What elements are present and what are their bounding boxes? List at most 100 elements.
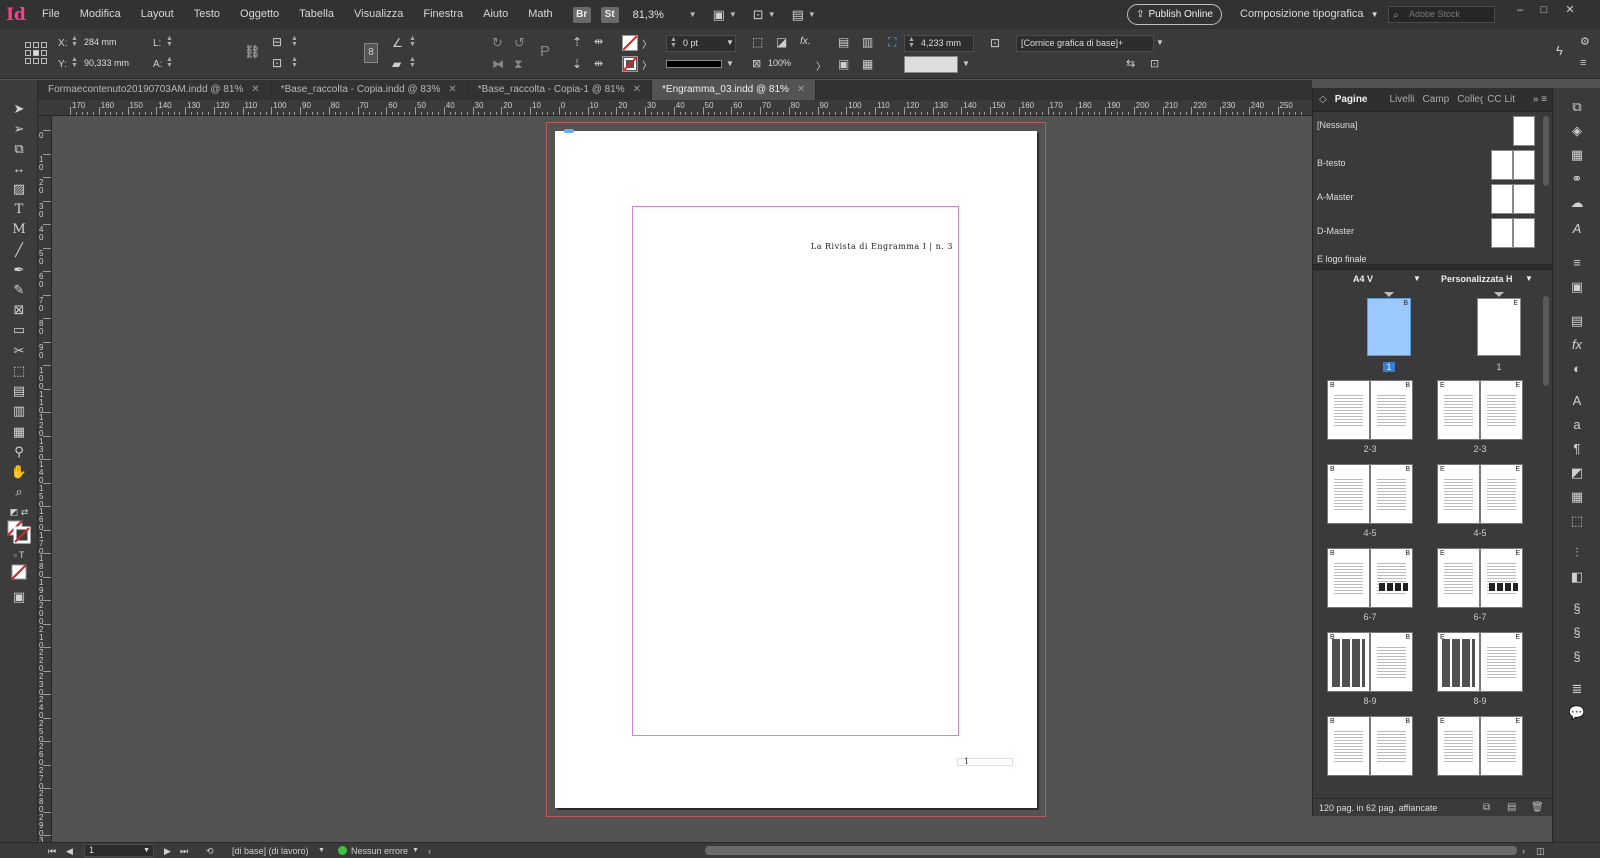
- preflight-status[interactable]: Nessun errore: [338, 845, 408, 857]
- align-center-icon[interactable]: ▣: [838, 57, 849, 71]
- menu-aiuto[interactable]: Aiuto: [473, 0, 518, 29]
- document-tab[interactable]: Formaecontenuto20190703AM.indd @ 81% ✕: [38, 80, 271, 100]
- stroke-panel-icon[interactable]: ≡: [1567, 254, 1587, 272]
- page-thumbnail[interactable]: B: [1327, 380, 1370, 440]
- reference-point-grid[interactable]: [25, 42, 47, 64]
- running-head[interactable]: La Rivista di Engramma I | n. 3: [811, 242, 953, 251]
- document-tab[interactable]: *Base_raccolta - Copia.indd @ 83% ✕: [271, 80, 468, 100]
- corner-options-icon[interactable]: ⬚: [752, 35, 763, 49]
- default-colors-icon[interactable]: ◩ ⇄: [9, 503, 29, 521]
- content-collector-icon[interactable]: ▨: [9, 180, 29, 198]
- spread-thumbnail[interactable]: BB: [1327, 548, 1413, 610]
- stroke-arrow-icon[interactable]: 〉: [642, 57, 652, 72]
- gradient-feather-tool-icon[interactable]: ▥: [9, 402, 29, 420]
- math-tool-icon[interactable]: M: [9, 221, 29, 239]
- frame-fitting-icon[interactable]: ⊡: [990, 36, 1000, 50]
- object-style-selector[interactable]: [Cornice grafica di base]+: [1016, 35, 1154, 52]
- fitting-icon[interactable]: ⛶: [888, 35, 896, 50]
- edit-page-size-icon[interactable]: ⧉: [1483, 799, 1490, 817]
- opacity-field[interactable]: 100%: [766, 56, 814, 73]
- horizontal-scrollbar[interactable]: [705, 846, 1517, 855]
- paragraph-styles-icon[interactable]: §: [1567, 648, 1587, 666]
- opacity-arrow-icon[interactable]: 〉: [816, 58, 826, 73]
- drop-shadow-icon[interactable]: ◪: [776, 35, 787, 49]
- zoom-dropdown-icon[interactable]: ▼: [689, 10, 697, 19]
- frame-handle-icon[interactable]: [564, 129, 574, 133]
- chevron-down-icon[interactable]: ▼: [412, 845, 419, 857]
- scroll-right-icon[interactable]: ›: [1522, 845, 1525, 857]
- spread-thumbnail[interactable]: BB: [1327, 632, 1413, 694]
- fill-swatch[interactable]: [622, 35, 638, 51]
- transform-panel-icon[interactable]: ⬚: [1567, 512, 1587, 530]
- page-thumbnail[interactable]: E: [1437, 716, 1480, 776]
- select-content-icon[interactable]: P: [540, 43, 550, 60]
- masters-scrollbar[interactable]: [1543, 116, 1549, 186]
- chevron-down-icon[interactable]: ▼: [1156, 38, 1164, 47]
- effects-panel-icon[interactable]: fx: [1567, 336, 1587, 354]
- type-tool-icon[interactable]: T: [9, 201, 29, 219]
- stroke-type-selector[interactable]: [666, 60, 722, 68]
- select-content-arrow-icon[interactable]: ⇣: [572, 57, 582, 71]
- page-thumbnail[interactable]: E: [1480, 716, 1523, 776]
- stroke-swatch[interactable]: [622, 56, 638, 72]
- vertical-ruler[interactable]: 0 10 20 30 40 50 60 70 80 90 100 110 120 130 140 150 160…: [38, 116, 52, 842]
- zoom-tool-icon[interactable]: ⌕: [9, 483, 29, 501]
- close-icon[interactable]: ✕: [633, 84, 641, 95]
- rectangle-tool-icon[interactable]: ▭: [9, 321, 29, 339]
- delete-page-icon[interactable]: 🗑: [1531, 799, 1544, 817]
- link-scale-icon[interactable]: 8: [364, 43, 378, 63]
- next-page-icon[interactable]: ▶: [164, 845, 171, 857]
- document-page[interactable]: La Rivista di Engramma I | n. 3 1: [555, 129, 1037, 808]
- menu-testo[interactable]: Testo: [184, 0, 230, 29]
- page-thumbnail[interactable]: B: [1370, 464, 1413, 524]
- chevron-down-icon[interactable]: ▼: [768, 10, 776, 19]
- bridge-button[interactable]: Br: [572, 6, 591, 23]
- page-thumbnail[interactable]: E: [1437, 632, 1480, 692]
- page-thumbnail[interactable]: E: [1480, 380, 1523, 440]
- formatting-affects-icon[interactable]: ▫ T: [9, 546, 29, 564]
- page-tool-icon[interactable]: ⧉: [9, 140, 29, 158]
- menu-finestra[interactable]: Finestra: [413, 0, 473, 29]
- page-thumbnail[interactable]: E: [1480, 464, 1523, 524]
- fill-arrow-icon[interactable]: 〉: [642, 36, 652, 51]
- stroke-style-preview[interactable]: [904, 56, 958, 73]
- width-field[interactable]: ▲ ▼: [163, 35, 233, 52]
- page-thumbnail[interactable]: B: [1327, 716, 1370, 776]
- chevron-down-icon[interactable]: ▼: [318, 845, 325, 857]
- menu-file[interactable]: File: [32, 0, 70, 29]
- apply-style-icon[interactable]: ⊡: [1150, 57, 1159, 70]
- x-position-field[interactable]: ▲ ▼ 284 mm: [68, 35, 142, 52]
- document-tab[interactable]: *Base_raccolta - Copia-1 @ 81% ✕: [468, 80, 653, 100]
- selection-tool-icon[interactable]: ➤: [9, 100, 29, 118]
- menu-math[interactable]: Math: [518, 0, 562, 29]
- spread-thumbnail[interactable]: EE: [1437, 380, 1523, 442]
- table-panel-icon[interactable]: ▦: [1567, 488, 1587, 506]
- page-thumbnail[interactable]: B: [1327, 632, 1370, 692]
- page-thumbnail[interactable]: B: [1327, 548, 1370, 608]
- free-transform-tool-icon[interactable]: ⬚: [9, 362, 29, 380]
- hand-tool-icon[interactable]: ✋: [9, 463, 29, 481]
- eyedropper-tool-icon[interactable]: ⚲: [9, 443, 29, 461]
- spread-thumbnail[interactable]: EE: [1437, 548, 1523, 610]
- pathfinder-panel-icon[interactable]: ◧: [1567, 568, 1587, 586]
- align-bottom-icon[interactable]: ▦: [862, 57, 873, 71]
- zoom-level[interactable]: 81,3%: [633, 9, 685, 21]
- line-tool-icon[interactable]: ╱: [9, 241, 29, 259]
- object-styles-icon[interactable]: ◩: [1567, 464, 1587, 482]
- y-position-field[interactable]: ▲ ▼ 90,333 mm: [68, 56, 142, 73]
- publish-online-button[interactable]: ⇪ Publish Online: [1127, 4, 1222, 25]
- rotate-cw-icon[interactable]: ↻: [492, 35, 503, 51]
- first-page-icon[interactable]: ⏮: [48, 845, 56, 857]
- previous-page-icon[interactable]: ◀: [66, 845, 73, 857]
- table-styles-icon[interactable]: §: [1567, 624, 1587, 642]
- spread-thumbnail[interactable]: EE: [1437, 632, 1523, 694]
- spread-thumbnail[interactable]: EE: [1437, 464, 1523, 526]
- menu-visualizza[interactable]: Visualizza: [344, 0, 413, 29]
- apply-none-icon[interactable]: [9, 564, 29, 582]
- close-icon[interactable]: ✕: [1560, 0, 1580, 20]
- page-thumbnail[interactable]: E: [1480, 632, 1523, 692]
- minimize-icon[interactable]: –: [1510, 0, 1530, 20]
- page-thumbnail[interactable]: B: [1370, 548, 1413, 608]
- scroll-left-icon[interactable]: ‹: [428, 845, 431, 857]
- page-thumbnail[interactable]: B: [1327, 464, 1370, 524]
